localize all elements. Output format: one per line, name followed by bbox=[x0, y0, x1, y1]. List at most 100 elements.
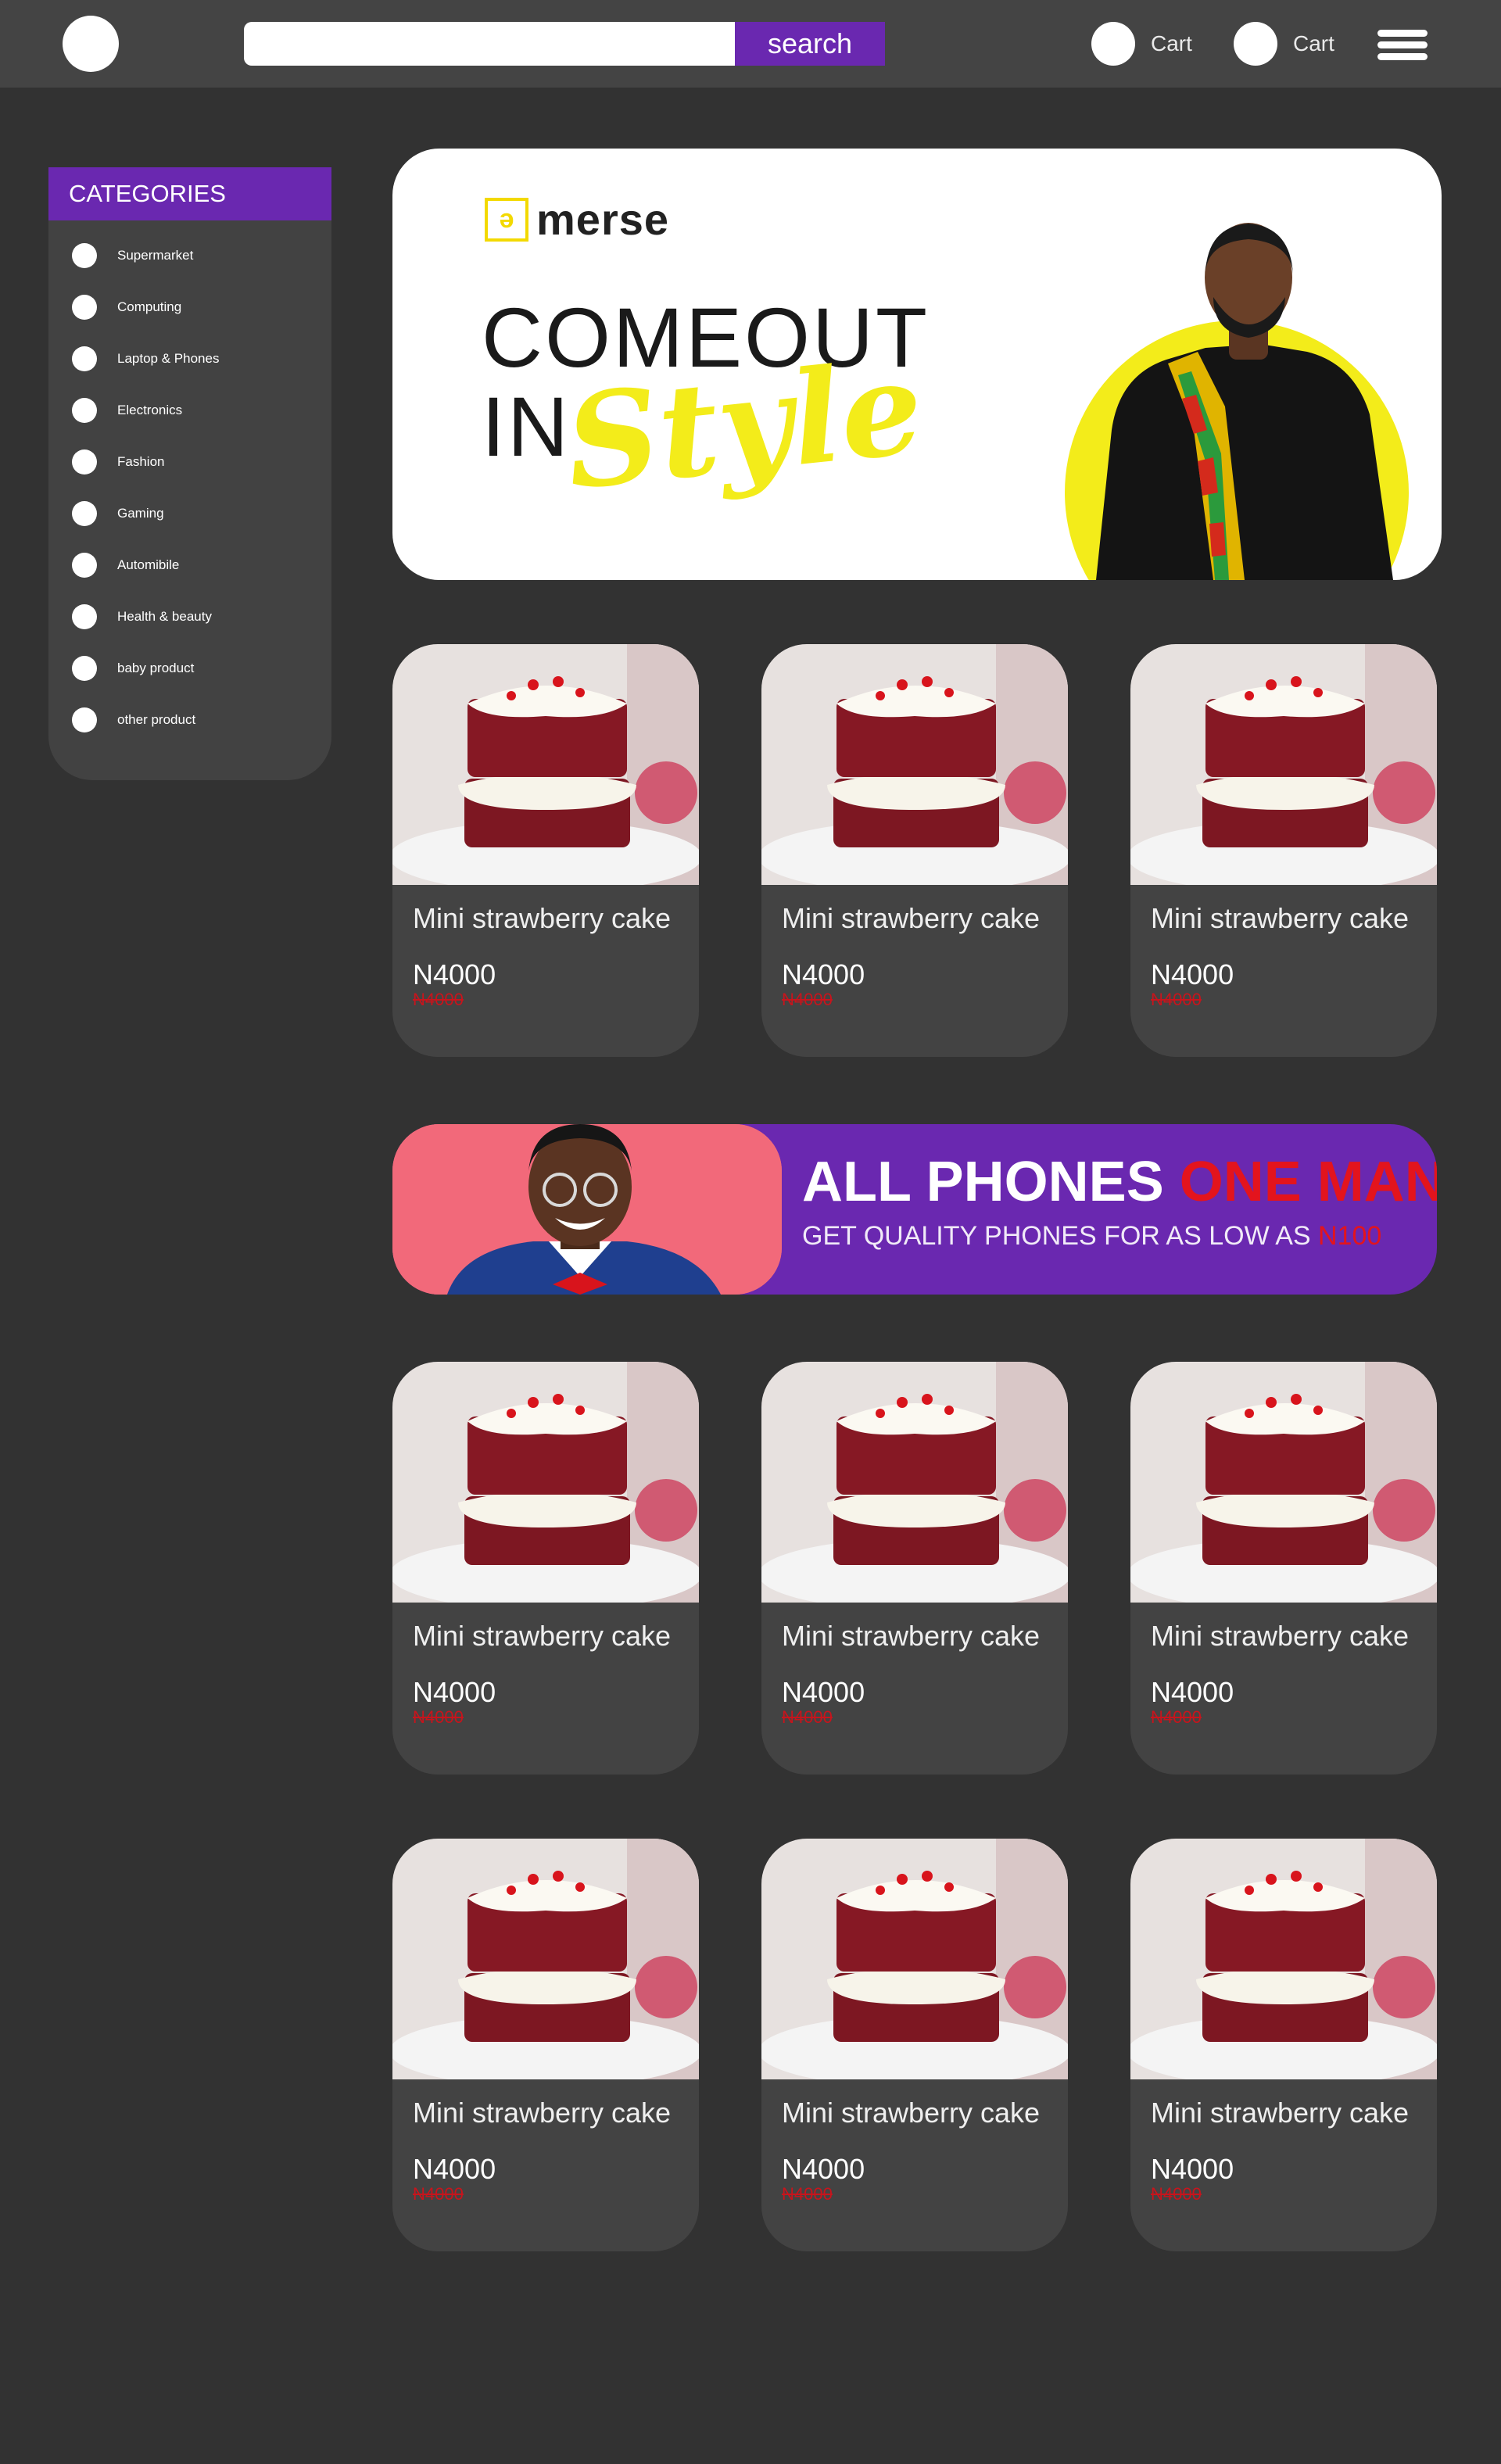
product-name: Mini strawberry cake bbox=[1151, 2097, 1410, 2129]
product-card[interactable]: Mini strawberry cake N4000 N4000 bbox=[761, 1362, 1068, 1775]
product-card[interactable]: Mini strawberry cake N4000 N4000 bbox=[392, 1362, 699, 1775]
product-card[interactable]: Mini strawberry cake N4000 N4000 bbox=[392, 644, 699, 1057]
site-logo[interactable] bbox=[63, 16, 119, 72]
product-price: N4000 bbox=[782, 2153, 865, 2185]
bullet-icon bbox=[72, 346, 97, 371]
product-price: N4000 bbox=[413, 958, 496, 990]
product-image bbox=[1130, 644, 1437, 885]
bullet-icon bbox=[72, 656, 97, 681]
bullet-icon bbox=[72, 398, 97, 423]
cart-label: Cart bbox=[1293, 31, 1334, 56]
category-item-laptop-phones[interactable]: Laptop & Phones bbox=[48, 333, 331, 385]
product-price: N4000 bbox=[1151, 958, 1234, 990]
product-price: N4000 bbox=[782, 958, 865, 990]
hamburger-menu-icon[interactable] bbox=[1377, 30, 1428, 61]
product-name: Mini strawberry cake bbox=[413, 902, 672, 934]
promo-subtitle: GET QUALITY PHONES FOR AS LOW AS N100 bbox=[802, 1221, 1381, 1252]
categories-sidebar: CATEGORIES Supermarket Computing Laptop … bbox=[48, 167, 331, 780]
hero-banner[interactable]: ə merse COMEOUT IN Style bbox=[392, 149, 1442, 580]
bullet-icon bbox=[72, 604, 97, 629]
category-label: Supermarket bbox=[117, 248, 194, 263]
product-old-price: N4000 bbox=[782, 2184, 833, 2204]
hero-headline-script: Style bbox=[559, 331, 930, 519]
product-name: Mini strawberry cake bbox=[782, 1620, 1041, 1652]
bullet-icon bbox=[72, 243, 97, 268]
category-list: Supermarket Computing Laptop & Phones El… bbox=[48, 230, 331, 746]
category-item-automobile[interactable]: Automibile bbox=[48, 539, 331, 591]
product-name: Mini strawberry cake bbox=[782, 2097, 1041, 2129]
promo-model-image bbox=[392, 1124, 782, 1295]
category-label: Electronics bbox=[117, 403, 183, 417]
category-label: other product bbox=[117, 712, 196, 727]
category-label: Laptop & Phones bbox=[117, 351, 220, 366]
brand-name: merse bbox=[536, 195, 670, 244]
category-item-health-beauty[interactable]: Health & beauty bbox=[48, 591, 331, 643]
category-label: baby product bbox=[117, 661, 195, 675]
category-item-electronics[interactable]: Electronics bbox=[48, 385, 331, 436]
top-navbar: search Cart Cart bbox=[0, 0, 1501, 88]
bullet-icon bbox=[72, 449, 97, 475]
product-old-price: N4000 bbox=[1151, 1707, 1202, 1727]
bullet-icon bbox=[72, 707, 97, 732]
product-old-price: N4000 bbox=[782, 990, 833, 1009]
category-label: Fashion bbox=[117, 454, 165, 469]
category-item-supermarket[interactable]: Supermarket bbox=[48, 230, 331, 281]
search-input[interactable] bbox=[244, 22, 735, 66]
product-old-price: N4000 bbox=[1151, 2184, 1202, 2204]
product-image bbox=[761, 1362, 1068, 1603]
product-price: N4000 bbox=[413, 1676, 496, 1708]
product-name: Mini strawberry cake bbox=[1151, 1620, 1410, 1652]
product-card[interactable]: Mini strawberry cake N4000 N4000 bbox=[392, 1839, 699, 2251]
product-old-price: N4000 bbox=[1151, 990, 1202, 1009]
product-image bbox=[1130, 1362, 1437, 1603]
bullet-icon bbox=[72, 295, 97, 320]
product-old-price: N4000 bbox=[413, 2184, 464, 2204]
cart-button-1[interactable]: Cart bbox=[1091, 20, 1192, 67]
promo-title-main: ALL PHONES bbox=[802, 1151, 1164, 1213]
product-name: Mini strawberry cake bbox=[413, 1620, 672, 1652]
promo-subtitle-price: N100 bbox=[1318, 1221, 1382, 1251]
category-item-computing[interactable]: Computing bbox=[48, 281, 331, 333]
product-image bbox=[392, 644, 699, 885]
product-card[interactable]: Mini strawberry cake N4000 N4000 bbox=[1130, 644, 1437, 1057]
product-old-price: N4000 bbox=[413, 1707, 464, 1727]
product-image bbox=[761, 644, 1068, 885]
product-card[interactable]: Mini strawberry cake N4000 N4000 bbox=[761, 1839, 1068, 2251]
product-price: N4000 bbox=[1151, 1676, 1234, 1708]
category-item-baby-product[interactable]: baby product bbox=[48, 643, 331, 694]
product-price: N4000 bbox=[1151, 2153, 1234, 2185]
product-image bbox=[1130, 1839, 1437, 2079]
product-name: Mini strawberry cake bbox=[1151, 902, 1410, 934]
cart-icon bbox=[1091, 22, 1135, 66]
product-card[interactable]: Mini strawberry cake N4000 N4000 bbox=[1130, 1839, 1437, 2251]
product-image bbox=[392, 1362, 699, 1603]
product-name: Mini strawberry cake bbox=[782, 902, 1041, 934]
cart-icon bbox=[1234, 22, 1277, 66]
product-old-price: N4000 bbox=[413, 990, 464, 1009]
category-label: Gaming bbox=[117, 506, 164, 521]
promo-subtitle-text: GET QUALITY PHONES FOR AS LOW AS bbox=[802, 1221, 1311, 1251]
hero-headline-line2: IN bbox=[482, 379, 571, 474]
brand-mark-icon: ə bbox=[485, 197, 528, 242]
category-item-gaming[interactable]: Gaming bbox=[48, 488, 331, 539]
category-label: Health & beauty bbox=[117, 609, 212, 624]
category-label: Automibile bbox=[117, 557, 180, 572]
product-card[interactable]: Mini strawberry cake N4000 N4000 bbox=[1130, 1362, 1437, 1775]
category-item-other-product[interactable]: other product bbox=[48, 694, 331, 746]
product-image bbox=[392, 1839, 699, 2079]
category-item-fashion[interactable]: Fashion bbox=[48, 436, 331, 488]
product-old-price: N4000 bbox=[782, 1707, 833, 1727]
product-image bbox=[761, 1839, 1068, 2079]
product-price: N4000 bbox=[413, 2153, 496, 2185]
search-button[interactable]: search bbox=[735, 22, 885, 66]
brand-logo: ə merse bbox=[485, 194, 669, 245]
promo-title: ALL PHONES ONE MAN bbox=[802, 1154, 1437, 1210]
hero-model-image bbox=[987, 195, 1409, 580]
cart-button-2[interactable]: Cart bbox=[1234, 20, 1334, 67]
phones-promo-banner[interactable]: ALL PHONES ONE MAN GET QUALITY PHONES FO… bbox=[392, 1124, 1437, 1295]
bullet-icon bbox=[72, 501, 97, 526]
promo-image bbox=[392, 1124, 782, 1295]
categories-title: CATEGORIES bbox=[48, 167, 331, 220]
product-card[interactable]: Mini strawberry cake N4000 N4000 bbox=[761, 644, 1068, 1057]
category-label: Computing bbox=[117, 299, 182, 314]
